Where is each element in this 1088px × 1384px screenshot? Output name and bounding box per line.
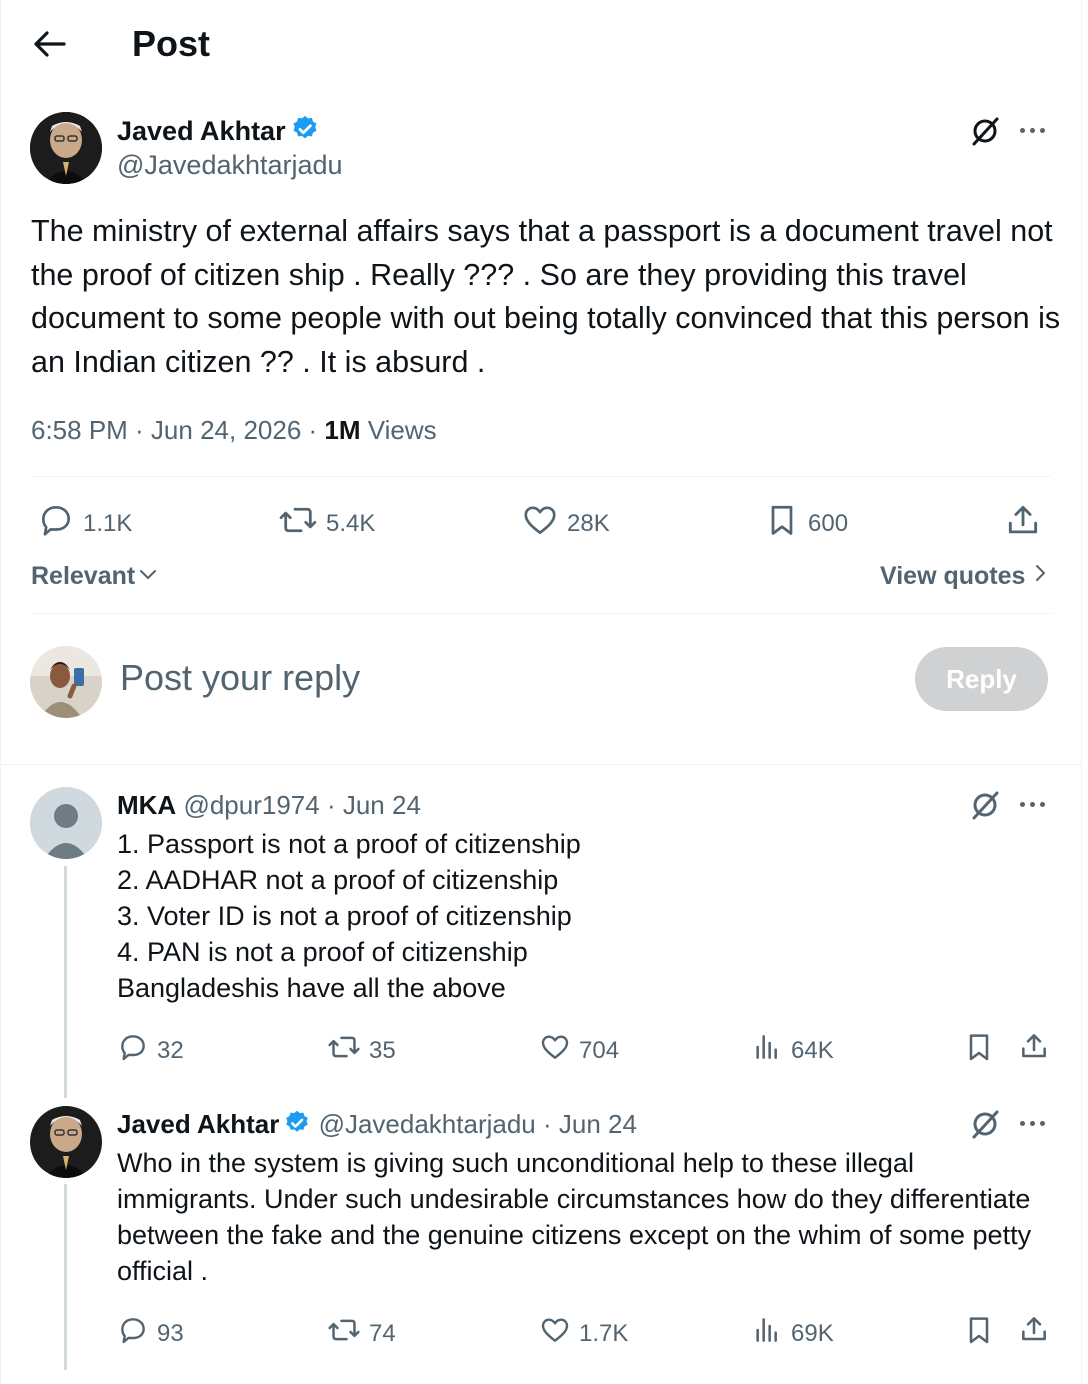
reply-header: Javed Akhtar @Javedakhtarjadu · Jun 24 xyxy=(117,1108,637,1144)
post-time[interactable]: 6:58 PM · Jun 24, 2026 · xyxy=(31,415,324,445)
post-text: The ministry of external affairs says th… xyxy=(31,214,1061,379)
views-action[interactable]: 64K xyxy=(751,1031,834,1070)
reply-avatar-default[interactable] xyxy=(30,787,102,859)
view-quotes-label: View quotes xyxy=(880,562,1026,590)
reply-action[interactable]: 93 xyxy=(117,1314,184,1353)
views-action[interactable]: 69K xyxy=(751,1314,834,1353)
reply-date[interactable]: · Jun 24 xyxy=(543,1109,637,1139)
like-action[interactable]: 1.7K xyxy=(539,1314,628,1353)
views-label: Views xyxy=(360,415,437,445)
grok-icon[interactable] xyxy=(968,788,1002,827)
like-icon xyxy=(539,1314,571,1353)
reply-header: MKA @dpur1974 · Jun 24 xyxy=(117,789,421,821)
views-count: 69K xyxy=(791,1319,834,1347)
bookmark-icon xyxy=(764,501,800,546)
bookmark-icon[interactable] xyxy=(963,1314,995,1351)
more-icon[interactable] xyxy=(1020,802,1045,807)
view-quotes-link[interactable]: View quotes xyxy=(880,562,1047,591)
reply-count: 1.1K xyxy=(83,509,133,537)
like-action[interactable]: 28K xyxy=(521,501,610,546)
reply-input[interactable]: Post your reply xyxy=(120,656,360,700)
reply-text-line: 4. PAN is not a proof of citizenship xyxy=(117,937,528,967)
share-icon[interactable] xyxy=(1018,1030,1050,1067)
repost-icon xyxy=(327,1314,361,1353)
chevron-down-icon xyxy=(138,562,158,591)
reply-text: Who in the system is giving such uncondi… xyxy=(117,1148,1032,1286)
reply-author-handle[interactable]: @Javedakhtarjadu xyxy=(319,1109,536,1139)
repost-icon xyxy=(278,501,318,546)
views-count: 1M xyxy=(324,415,361,445)
thread-line xyxy=(64,1184,67,1370)
reply-date[interactable]: · Jun 24 xyxy=(327,790,421,820)
reply-text-line: 3. Voter ID is not a proof of citizenshi… xyxy=(117,901,572,931)
reply-author-name[interactable]: Javed Akhtar xyxy=(117,1109,279,1139)
reply-icon xyxy=(117,1314,149,1353)
sort-label: Relevant xyxy=(31,562,136,590)
repost-action[interactable]: 74 xyxy=(327,1314,396,1353)
bookmark-action[interactable]: 600 xyxy=(764,501,848,546)
repost-count: 5.4K xyxy=(326,509,376,537)
reply-icon xyxy=(117,1031,149,1070)
grok-icon[interactable] xyxy=(968,114,1002,153)
chevron-right-icon xyxy=(1033,562,1047,591)
like-icon xyxy=(521,501,559,546)
like-count: 704 xyxy=(579,1036,620,1064)
more-icon[interactable] xyxy=(1020,1121,1045,1126)
views-count: 64K xyxy=(791,1036,834,1064)
author-avatar[interactable] xyxy=(30,112,102,184)
share-icon[interactable] xyxy=(1004,501,1042,544)
author-name[interactable]: Javed Akhtar xyxy=(117,116,286,146)
bookmark-icon[interactable] xyxy=(963,1031,995,1068)
divider xyxy=(31,613,1051,614)
like-count: 28K xyxy=(567,509,610,537)
thread-line xyxy=(64,866,67,1098)
like-count: 1.7K xyxy=(579,1319,629,1347)
repost-action[interactable]: 5.4K xyxy=(278,501,375,546)
reply-button[interactable]: Reply xyxy=(915,647,1048,711)
bookmark-count: 600 xyxy=(808,509,849,537)
grok-icon[interactable] xyxy=(968,1107,1002,1146)
more-icon[interactable] xyxy=(1020,128,1045,133)
post-meta: 6:58 PM · Jun 24, 2026 · 1M Views xyxy=(31,412,437,448)
verified-badge-icon xyxy=(290,114,320,149)
author-handle[interactable]: @Javedakhtarjadu xyxy=(117,150,343,181)
section-separator xyxy=(0,764,1082,765)
repost-count: 74 xyxy=(369,1319,396,1347)
views-icon xyxy=(751,1314,783,1353)
reply-count: 93 xyxy=(157,1319,184,1347)
reply-action[interactable]: 32 xyxy=(117,1031,184,1070)
reply-text-line: 1. Passport is not a proof of citizenshi… xyxy=(117,829,581,859)
reply-text-line: 2. AADHAR not a proof of citizenship xyxy=(117,865,559,895)
repost-count: 35 xyxy=(369,1036,396,1064)
sort-dropdown[interactable]: Relevant xyxy=(31,562,158,591)
share-icon[interactable] xyxy=(1018,1313,1050,1350)
repost-action[interactable]: 35 xyxy=(327,1031,396,1070)
divider xyxy=(31,476,1051,477)
reply-author-handle[interactable]: @dpur1974 xyxy=(183,790,319,820)
views-icon xyxy=(751,1031,783,1070)
like-icon xyxy=(539,1031,571,1070)
user-avatar[interactable] xyxy=(30,646,102,718)
reply-text: 1. Passport is not a proof of citizenshi… xyxy=(117,826,1047,1006)
back-arrow-icon[interactable] xyxy=(30,26,70,62)
verified-badge-icon xyxy=(283,1109,311,1144)
reply-icon xyxy=(37,501,75,546)
repost-icon xyxy=(327,1031,361,1070)
reply-count: 32 xyxy=(157,1036,184,1064)
like-action[interactable]: 704 xyxy=(539,1031,619,1070)
reply-action[interactable]: 1.1K xyxy=(37,501,132,546)
author-name-row: Javed Akhtar xyxy=(117,114,320,149)
reply-author-avatar[interactable] xyxy=(30,1106,102,1178)
page-title: Post xyxy=(132,23,211,64)
reply-author-name[interactable]: MKA xyxy=(117,790,176,820)
reply-text-line: Bangladeshis have all the above xyxy=(117,973,506,1003)
